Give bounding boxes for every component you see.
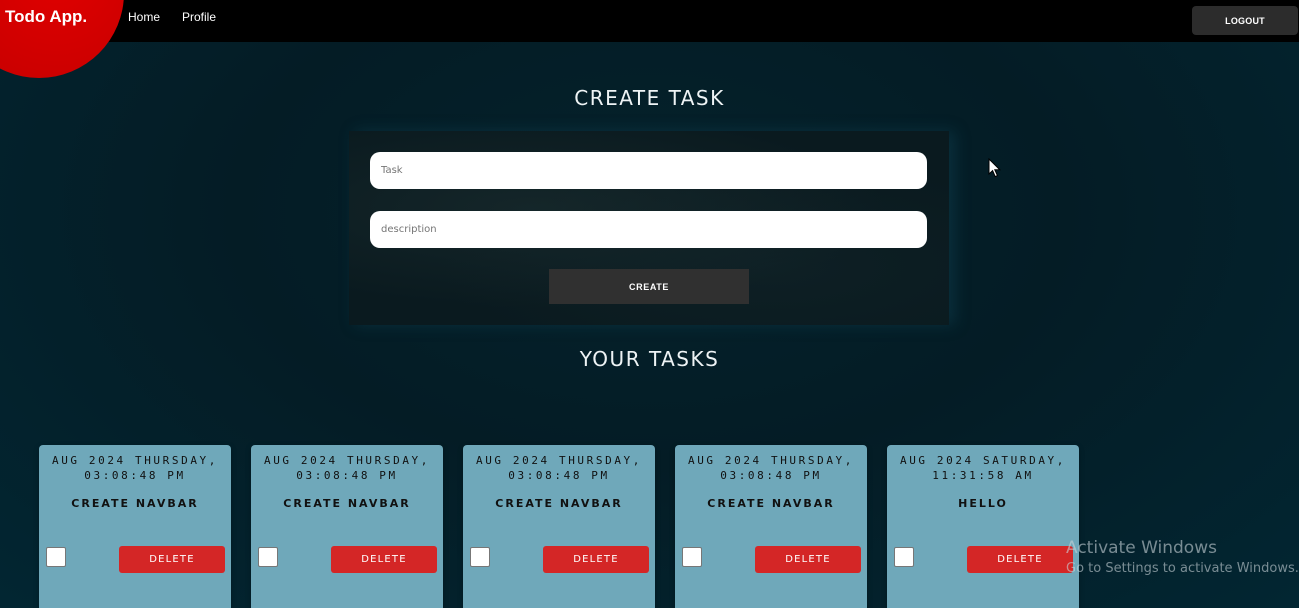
task-title: CREATE NAVBAR <box>283 497 411 510</box>
task-complete-checkbox[interactable] <box>682 547 702 567</box>
task-card: AUG 2024 SATURDAY, 11:31:58 AM HELLO DEL… <box>887 445 1079 608</box>
task-date-line2: 03:08:48 PM <box>720 469 822 482</box>
delete-task-button[interactable]: DELETE <box>967 546 1073 573</box>
task-card: AUG 2024 THURSDAY, 03:08:48 PM CREATE NA… <box>463 445 655 608</box>
task-date-line2: 11:31:58 AM <box>932 469 1034 482</box>
description-input[interactable] <box>370 211 927 248</box>
task-input[interactable] <box>370 152 927 189</box>
delete-task-button[interactable]: DELETE <box>755 546 861 573</box>
task-title: CREATE NAVBAR <box>707 497 835 510</box>
your-tasks-heading: YOUR TASKS <box>579 347 720 371</box>
task-date: AUG 2024 THURSDAY, 03:08:48 PM <box>251 453 443 483</box>
mouse-cursor-icon <box>988 158 1002 178</box>
task-title: HELLO <box>958 497 1008 510</box>
task-date: AUG 2024 THURSDAY, 03:08:48 PM <box>463 453 655 483</box>
activate-windows-watermark: Activate Windows Go to Settings to activ… <box>1066 538 1299 576</box>
create-task-form: CREATE <box>349 131 949 325</box>
task-card: AUG 2024 THURSDAY, 03:08:48 PM CREATE NA… <box>251 445 443 608</box>
task-complete-checkbox[interactable] <box>46 547 66 567</box>
create-task-heading: CREATE TASK <box>574 86 725 110</box>
brand-title[interactable]: Todo App. <box>5 7 87 27</box>
nav-link-home[interactable]: Home <box>128 10 160 24</box>
task-title: CREATE NAVBAR <box>71 497 199 510</box>
task-list: AUG 2024 THURSDAY, 03:08:48 PM CREATE NA… <box>0 445 1299 608</box>
task-date-line2: 03:08:48 PM <box>508 469 610 482</box>
nav-link-profile[interactable]: Profile <box>182 10 216 24</box>
task-complete-checkbox[interactable] <box>894 547 914 567</box>
delete-task-button[interactable]: DELETE <box>119 546 225 573</box>
watermark-subtitle: Go to Settings to activate Windows. <box>1066 561 1299 576</box>
task-date-line2: 03:08:48 PM <box>84 469 186 482</box>
delete-task-button[interactable]: DELETE <box>331 546 437 573</box>
logout-button[interactable]: LOGOUT <box>1192 6 1298 35</box>
task-title: CREATE NAVBAR <box>495 497 623 510</box>
task-card: AUG 2024 THURSDAY, 03:08:48 PM CREATE NA… <box>675 445 867 608</box>
task-date-line1: AUG 2024 SATURDAY, <box>899 454 1066 467</box>
task-date-line1: AUG 2024 THURSDAY, <box>263 454 430 467</box>
task-complete-checkbox[interactable] <box>470 547 490 567</box>
task-complete-checkbox[interactable] <box>258 547 278 567</box>
task-date: AUG 2024 SATURDAY, 11:31:58 AM <box>887 453 1079 483</box>
navbar: Todo App. Home Profile LOGOUT <box>0 0 1299 78</box>
delete-task-button[interactable]: DELETE <box>543 546 649 573</box>
watermark-title: Activate Windows <box>1066 538 1217 558</box>
task-date-line1: AUG 2024 THURSDAY, <box>475 454 642 467</box>
task-date: AUG 2024 THURSDAY, 03:08:48 PM <box>39 453 231 483</box>
task-date-line1: AUG 2024 THURSDAY, <box>51 454 218 467</box>
task-date: AUG 2024 THURSDAY, 03:08:48 PM <box>675 453 867 483</box>
task-date-line2: 03:08:48 PM <box>296 469 398 482</box>
task-date-line1: AUG 2024 THURSDAY, <box>687 454 854 467</box>
task-card: AUG 2024 THURSDAY, 03:08:48 PM CREATE NA… <box>39 445 231 608</box>
create-button[interactable]: CREATE <box>549 269 749 304</box>
